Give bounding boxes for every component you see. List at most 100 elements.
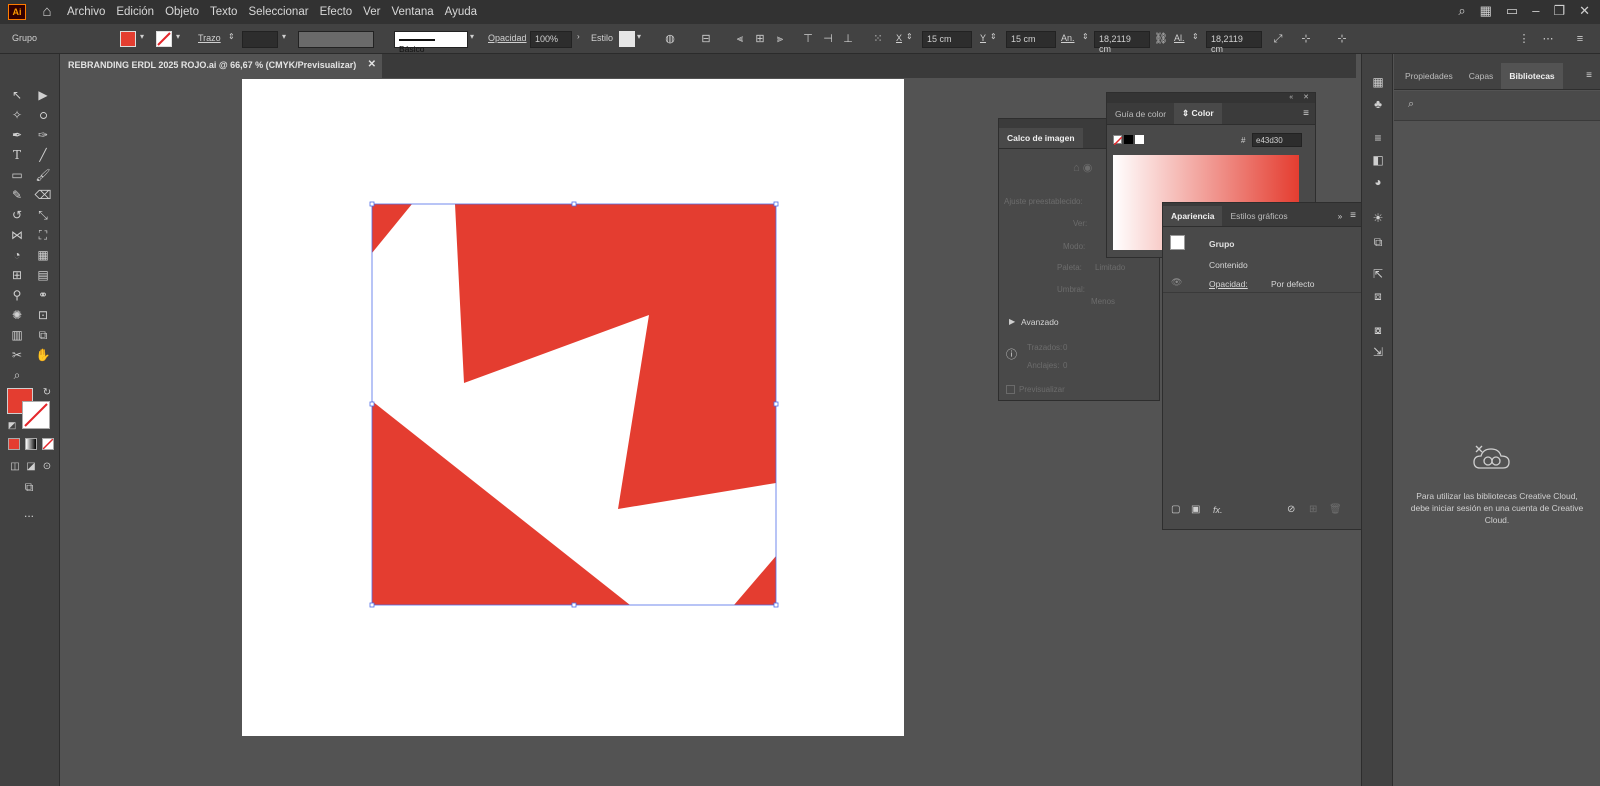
- collapse-panel-icon[interactable]: «: [1289, 94, 1293, 101]
- stroke-label[interactable]: Trazo: [198, 33, 221, 43]
- artwork-shape-bottom-right[interactable]: [734, 556, 776, 605]
- chevron-right-icon[interactable]: ›: [577, 32, 580, 41]
- tab-graphic-styles[interactable]: Estilos gráficos: [1222, 206, 1295, 226]
- transparency-panel-icon[interactable]: ◕: [1370, 174, 1386, 190]
- curvature-tool-icon[interactable]: ✑: [34, 126, 52, 144]
- menu-objeto[interactable]: Objeto: [165, 6, 199, 18]
- stepper-icon[interactable]: ⇕: [228, 32, 235, 41]
- align-top-icon[interactable]: ⊤: [800, 31, 816, 47]
- x-field[interactable]: 15 cm: [922, 31, 972, 48]
- arrange-documents-icon[interactable]: ▦: [1480, 3, 1492, 19]
- stroke-color-box[interactable]: [22, 401, 50, 429]
- menu-archivo[interactable]: Archivo: [67, 6, 105, 18]
- home-icon[interactable]: ⌂: [38, 4, 56, 20]
- menu-texto[interactable]: Texto: [210, 6, 238, 18]
- menu-efecto[interactable]: Efecto: [320, 6, 353, 18]
- brush-definition-field[interactable]: Básico: [394, 31, 468, 54]
- paintbrush-tool-icon[interactable]: 🖌: [34, 166, 52, 184]
- stepper-icon[interactable]: ⇕: [1082, 32, 1089, 41]
- color-mode-icon[interactable]: [8, 438, 20, 450]
- workspace-icon[interactable]: ▭: [1506, 3, 1518, 19]
- lasso-tool-icon[interactable]: ഠ: [34, 106, 52, 124]
- shaper-tool-icon[interactable]: ✎: [8, 186, 26, 204]
- align-bottom-icon[interactable]: ⊥: [840, 31, 856, 47]
- eye-icon[interactable]: 👁: [1171, 277, 1182, 288]
- align-center-icon[interactable]: ⊞: [752, 31, 768, 47]
- gradient-tool-icon[interactable]: ▤: [34, 266, 52, 284]
- swatches-icon[interactable]: ▦: [1370, 74, 1386, 90]
- graphic-styles-icon[interactable]: ⧉: [1370, 234, 1386, 250]
- artwork-shape-top-left[interactable]: [372, 204, 412, 253]
- edit-toolbar-button[interactable]: ...: [20, 504, 38, 522]
- distribute-icon[interactable]: ⋮: [1516, 31, 1532, 47]
- chevron-down-icon[interactable]: ▾: [176, 32, 180, 41]
- magic-wand-tool-icon[interactable]: ✧: [8, 106, 26, 124]
- y-field[interactable]: 15 cm: [1006, 31, 1056, 48]
- hand-tool-icon[interactable]: ✋: [34, 346, 52, 364]
- advanced-label[interactable]: Avanzado: [1021, 317, 1059, 327]
- blend-tool-icon[interactable]: ⚭: [34, 286, 52, 304]
- pen-tool-icon[interactable]: ✒: [8, 126, 26, 144]
- fill-swatch[interactable]: [120, 31, 136, 47]
- width-tool-icon[interactable]: ⋈: [8, 226, 26, 244]
- panel-menu-icon[interactable]: ≡: [1578, 62, 1600, 89]
- reference-point-icon[interactable]: ⁙: [870, 31, 886, 47]
- artwork-shape-top-right[interactable]: [455, 204, 776, 509]
- link-proportions-icon[interactable]: ⛓: [1153, 31, 1169, 47]
- add-effect-button[interactable]: fx.: [1213, 505, 1223, 515]
- menu-seleccionar[interactable]: Seleccionar: [248, 6, 308, 18]
- menu-edicion[interactable]: Edición: [116, 6, 154, 18]
- links-icon[interactable]: ⧇: [1370, 322, 1386, 338]
- gradient-mode-icon[interactable]: [25, 438, 37, 450]
- menu-ver[interactable]: Ver: [363, 6, 380, 18]
- asset-export-icon[interactable]: ⇲: [1370, 344, 1386, 360]
- preview-checkbox[interactable]: [1006, 385, 1015, 394]
- control-bar-menu-icon[interactable]: ≡: [1572, 31, 1588, 47]
- graphic-style-swatch[interactable]: [619, 31, 635, 47]
- tab-image-trace[interactable]: Calco de imagen: [999, 128, 1083, 148]
- tab-libraries[interactable]: Bibliotecas: [1501, 63, 1563, 89]
- draw-inside-icon[interactable]: ⊙: [38, 458, 56, 476]
- opacity-field[interactable]: 100%: [530, 31, 572, 48]
- align-right-icon[interactable]: ⫸: [772, 31, 788, 47]
- line-tool-icon[interactable]: ╱: [34, 146, 52, 164]
- isolate-icon[interactable]: ⊹: [1298, 31, 1314, 47]
- stepper-icon[interactable]: ⇕: [990, 32, 997, 41]
- mesh-tool-icon[interactable]: ⊞: [8, 266, 26, 284]
- artboard-tool-icon[interactable]: ⊡: [34, 306, 52, 324]
- chevron-down-icon[interactable]: ▾: [140, 32, 144, 41]
- none-mode-icon[interactable]: [42, 438, 54, 450]
- tab-color[interactable]: ⇕ Color: [1174, 103, 1222, 124]
- search-icon[interactable]: ⌕: [1458, 3, 1465, 19]
- export-icon[interactable]: ⇱: [1370, 266, 1386, 282]
- minimize-icon[interactable]: –: [1532, 3, 1539, 19]
- shape-builder-tool-icon[interactable]: ◔: [8, 246, 26, 264]
- stroke-swatch[interactable]: [156, 31, 172, 47]
- arrange-icon[interactable]: ⋯: [1540, 31, 1556, 47]
- add-fill-icon[interactable]: ▣: [1191, 504, 1200, 515]
- document-tab[interactable]: REBRANDING ERDL 2025 ROJO.ai @ 66,67 % (…: [60, 54, 382, 78]
- change-screen-mode-icon[interactable]: ⧉: [20, 478, 38, 496]
- perspective-grid-tool-icon[interactable]: ▦: [34, 246, 52, 264]
- chevron-down-icon[interactable]: ▾: [282, 32, 286, 41]
- library-search-bar[interactable]: ⌕: [1394, 91, 1600, 121]
- tab-properties[interactable]: Propiedades: [1397, 63, 1461, 89]
- symbol-sprayer-tool-icon[interactable]: ✺: [8, 306, 26, 324]
- none-swatch[interactable]: [1113, 135, 1123, 146]
- chevron-down-icon[interactable]: ▾: [637, 32, 641, 41]
- free-transform-tool-icon[interactable]: ⛶: [34, 226, 52, 244]
- tab-appearance[interactable]: Apariencia: [1163, 206, 1223, 226]
- slice-tool-icon[interactable]: ⧉: [34, 326, 52, 344]
- close-tab-icon[interactable]: ✕: [368, 59, 376, 70]
- rectangle-tool-icon[interactable]: ▭: [8, 166, 26, 184]
- white-swatch[interactable]: [1135, 135, 1144, 144]
- appearance-panel-icon[interactable]: ☀: [1370, 210, 1386, 226]
- height-field[interactable]: 18,2119 cm: [1206, 31, 1262, 54]
- symbols-icon[interactable]: ♣: [1370, 96, 1386, 112]
- rotate-tool-icon[interactable]: ↺: [8, 206, 26, 224]
- close-panel-icon[interactable]: ✕: [1303, 94, 1309, 101]
- tab-color-guide[interactable]: Guía de color: [1107, 104, 1174, 124]
- align-left-icon[interactable]: ⫷: [732, 31, 748, 47]
- transform-icon[interactable]: ⤢: [1270, 31, 1286, 47]
- align-to-icon[interactable]: ⊟: [698, 31, 714, 47]
